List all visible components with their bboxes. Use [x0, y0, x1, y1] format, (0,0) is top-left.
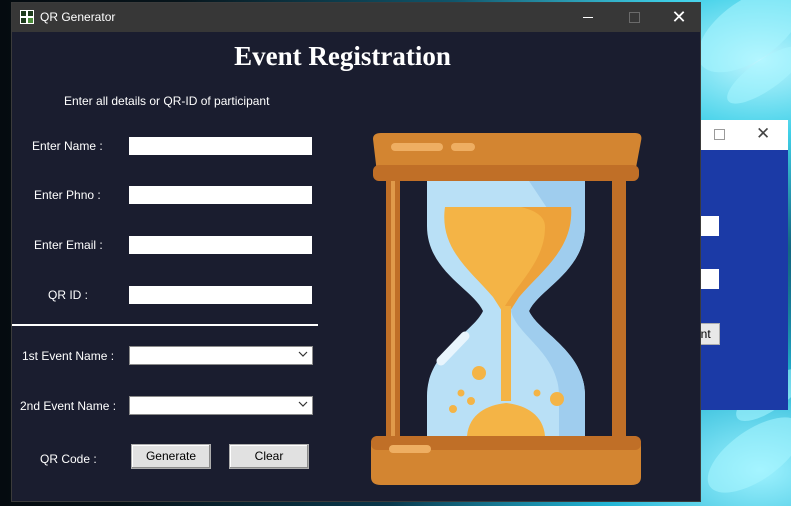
page-title: Event Registration [234, 41, 451, 71]
background-window-titlebar[interactable]: ✕ [700, 120, 788, 150]
generate-button[interactable]: Generate [131, 444, 211, 469]
background-input-2[interactable] [700, 269, 719, 289]
minimize-button[interactable] [566, 3, 612, 32]
close-icon[interactable]: ✕ [756, 125, 770, 143]
maximize-button[interactable] [612, 3, 658, 32]
instructions-text: Enter all details or QR-ID of participan… [64, 94, 270, 108]
qr-id-field[interactable] [129, 286, 312, 304]
chevron-down-icon[interactable] [298, 399, 308, 409]
email-field[interactable] [129, 236, 312, 254]
name-field[interactable] [129, 137, 312, 155]
background-input-1[interactable] [700, 216, 719, 236]
qr-code-label: QR Code : [40, 452, 97, 466]
background-window[interactable]: ✕ ent [700, 120, 788, 410]
phone-field[interactable] [129, 186, 312, 204]
window-title: QR Generator [40, 10, 116, 24]
first-event-label: 1st Event Name : [22, 349, 115, 363]
background-button[interactable]: ent [700, 323, 720, 345]
close-button[interactable]: ✕ [656, 3, 702, 32]
email-label: Enter Email : [34, 238, 103, 252]
phone-label: Enter Phno : [34, 188, 101, 202]
second-event-label: 2nd Event Name : [20, 399, 117, 413]
first-event-select[interactable] [129, 346, 313, 365]
qr-generator-window: QR Generator ✕ Event Registration Enter … [11, 2, 701, 502]
section-divider [12, 324, 318, 326]
name-label: Enter Name : [32, 139, 103, 153]
maximize-icon[interactable] [714, 129, 725, 140]
maximize-icon [629, 12, 640, 23]
hourglass-icon [371, 133, 642, 485]
qr-id-label: QR ID : [48, 288, 89, 302]
second-event-select[interactable] [129, 396, 313, 415]
chevron-down-icon[interactable] [298, 349, 308, 359]
clear-button[interactable]: Clear [229, 444, 309, 469]
close-icon: ✕ [671, 7, 687, 27]
title-bar[interactable]: QR Generator ✕ [12, 3, 700, 32]
minimize-icon [583, 17, 593, 18]
qr-app-icon [20, 10, 34, 24]
